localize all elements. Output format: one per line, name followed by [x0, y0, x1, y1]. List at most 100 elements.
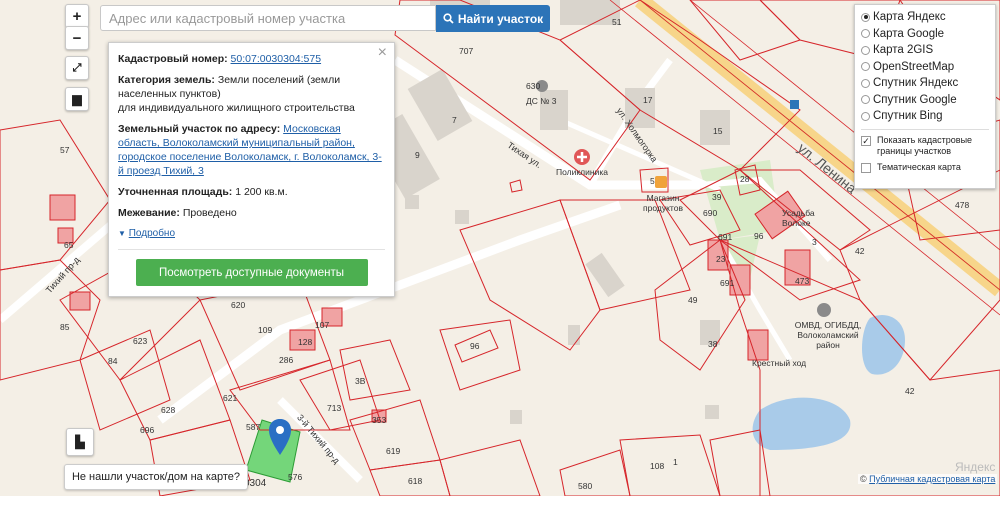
- parcel-number: 42: [905, 386, 915, 396]
- close-icon[interactable]: ×: [378, 45, 387, 61]
- area-label: Уточненная площадь:: [118, 186, 233, 198]
- layer-option[interactable]: Спутник Google: [861, 92, 989, 109]
- map-layers-panel: Карта Яндекс Карта Google Карта 2GIS OpenSt…: [854, 4, 996, 189]
- caret-down-icon: ▼: [118, 229, 126, 238]
- parcel-number: 49: [688, 295, 698, 305]
- details-link[interactable]: Подробно: [129, 228, 175, 239]
- parcel-number: 5: [650, 176, 655, 186]
- find-parcel-button[interactable]: Найти участок: [436, 5, 550, 32]
- view-documents-button[interactable]: Посмотреть доступные документы: [135, 259, 368, 286]
- cadastral-number-label: Кадастровый номер:: [118, 53, 228, 65]
- show-cadastral-toggle[interactable]: ✓ Показать кадастровые границы участков: [861, 135, 989, 157]
- find-parcel-label: Найти участок: [457, 11, 544, 26]
- checkbox-unchecked[interactable]: [861, 162, 871, 173]
- cadastral-number-row: Кадастровый номер: 50:07:0030304:575: [118, 52, 385, 66]
- survey-value: Проведено: [182, 207, 237, 219]
- layer-option-label: Карта 2GIS: [873, 44, 934, 57]
- printer-icon: ▆: [72, 92, 82, 106]
- address-label: Земельный участок по адресу:: [118, 123, 281, 135]
- parcel-number: 9: [415, 150, 420, 160]
- survey-row: Межевание: Проведено: [118, 206, 385, 220]
- layer-option[interactable]: Карта 2GIS: [861, 42, 989, 59]
- parcel-number: 107: [315, 320, 330, 330]
- not-found-button[interactable]: Не нашли участок/дом на карте?: [64, 464, 248, 490]
- search-input[interactable]: [101, 6, 437, 30]
- print-button[interactable]: ▆: [65, 87, 89, 111]
- zoom-out-button[interactable]: −: [65, 26, 89, 50]
- layer-option-label: Спутник Bing: [873, 110, 943, 123]
- fullscreen-button[interactable]: ⤢: [65, 56, 89, 80]
- parcel-number: 478: [955, 200, 970, 210]
- poi-label-clinic: Поликлиника: [556, 167, 608, 177]
- radio-unselected[interactable]: [861, 45, 870, 55]
- survey-label: Межевание:: [118, 207, 180, 219]
- radio-selected[interactable]: [861, 12, 870, 22]
- radio-unselected[interactable]: [861, 78, 870, 88]
- parcel-number: 473: [795, 276, 810, 286]
- ruler-icon: ▙: [75, 435, 85, 449]
- police-icon[interactable]: [817, 303, 831, 317]
- parcel-number: 353: [372, 415, 387, 425]
- radio-unselected[interactable]: [861, 29, 870, 39]
- parcel-number: 38: [708, 339, 718, 349]
- copyright-symbol: ©: [860, 474, 867, 484]
- copyright-link[interactable]: Публичная кадастровая карта: [869, 474, 995, 484]
- layer-options-list: Карта Яндекс Карта Google Карта 2GIS OpenSt…: [861, 9, 989, 125]
- parcel-number: 690: [703, 208, 718, 218]
- parcel-number: 96: [754, 231, 764, 241]
- layer-option-label: Спутник Google: [873, 93, 957, 106]
- layer-option-label: Спутник Яндекс: [873, 77, 959, 90]
- poi-label-ds3: ДС № 3: [526, 96, 557, 106]
- poi-label-omvd: ОМВД, ОГИБДД, Волоколамский район: [794, 320, 862, 350]
- land-usage-value: для индивидуального жилищного строительс…: [118, 102, 355, 114]
- yandex-watermark: Яндекс: [955, 460, 996, 474]
- area-row: Уточненная площадь: 1 200 кв.м.: [118, 185, 385, 199]
- layer-option[interactable]: Карта Яндекс: [861, 9, 989, 26]
- divider: [861, 128, 989, 130]
- pond: [752, 397, 851, 450]
- parcel-number: 713: [327, 403, 342, 413]
- parcel-number: 619: [386, 446, 401, 456]
- parcel-number: 623: [133, 336, 148, 346]
- layer-option-label: Карта Google: [873, 27, 945, 40]
- shop-icon[interactable]: [655, 176, 667, 188]
- layer-option[interactable]: Спутник Яндекс: [861, 75, 989, 92]
- thematic-map-label: Тематическая карта: [877, 161, 961, 172]
- parcel-number: 65: [64, 240, 74, 250]
- parcel-number: 42: [855, 246, 865, 256]
- thematic-map-toggle[interactable]: Тематическая карта: [861, 162, 989, 173]
- parcel-number: 108: [650, 461, 665, 471]
- parcel-number: 57: [60, 145, 70, 155]
- layer-option[interactable]: Спутник Bing: [861, 108, 989, 125]
- parcel-number: 109: [258, 325, 273, 335]
- parcel-number: 691: [718, 232, 733, 242]
- layer-option-label: OpenStreetMap: [873, 60, 955, 73]
- cadastral-number-link[interactable]: 50:07:0030304:575: [231, 53, 322, 65]
- parcel-number: 23: [716, 254, 726, 264]
- parcel-number: 580: [578, 481, 593, 491]
- bus-stop-icon[interactable]: [790, 100, 799, 109]
- layer-option[interactable]: OpenStreetMap: [861, 59, 989, 76]
- area-value: 1 200 кв.м.: [235, 186, 288, 198]
- poi-label-usadba: Усадьба Волоке: [782, 208, 815, 228]
- land-category-row: Категория земель: Земли поселений (земли…: [118, 73, 385, 115]
- details-toggle[interactable]: ▼ Подробно: [118, 227, 385, 241]
- parcel-number: 286: [279, 355, 294, 365]
- poi-label-shop: Магазин продуктов: [643, 193, 683, 213]
- expand-icon: ⤢: [72, 61, 82, 74]
- parcel-number: 618: [408, 476, 423, 486]
- radio-unselected[interactable]: [861, 95, 870, 105]
- parcel-number: 85: [60, 322, 70, 332]
- land-category-label: Категория земель:: [118, 74, 215, 86]
- parcel-number: 28: [740, 174, 750, 184]
- parcel-number: 96: [470, 341, 480, 351]
- measure-button[interactable]: ▙: [66, 428, 94, 456]
- parcel-number: 621: [223, 393, 238, 403]
- layer-option-label: Карта Яндекс: [873, 11, 946, 24]
- radio-unselected[interactable]: [861, 62, 870, 72]
- parcel-number: 1: [673, 457, 678, 467]
- layer-option[interactable]: Карта Google: [861, 26, 989, 43]
- zoom-in-button[interactable]: +: [65, 4, 89, 28]
- radio-unselected[interactable]: [861, 111, 870, 121]
- checkbox-checked[interactable]: ✓: [861, 135, 871, 146]
